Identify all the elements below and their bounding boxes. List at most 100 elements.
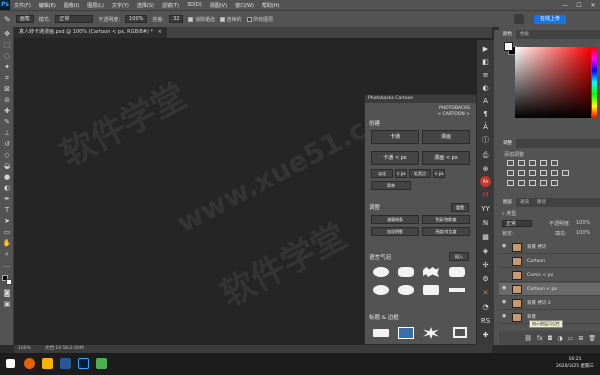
m-plugin-icon[interactable]: M [480,190,491,201]
cartoon-button[interactable]: 卡通 [371,130,419,144]
exposure-adjust-icon[interactable] [540,160,547,166]
gradient-map-adjust-icon[interactable] [540,180,547,186]
system-clock[interactable]: 16:21 2020/3/25 星期三 [556,356,594,370]
menu-image[interactable]: 图像(I) [60,2,83,9]
speech-bubble-cloud[interactable] [398,267,414,277]
misc-plugin-icon[interactable]: ✚ [480,330,491,341]
brightness-contrast-button[interactable]: 亮度/对比度 [422,227,470,236]
layer-row[interactable]: ◉ 背景 拷贝 [499,241,600,254]
menu-view[interactable]: 视图(V) [206,2,231,9]
speech-bubble-rect[interactable] [449,267,465,277]
plugin-panel-title[interactable]: Photobacks Cartoon [365,95,476,103]
hand-tool-icon[interactable]: ✋ [2,239,12,248]
lasso-tool-icon[interactable]: ◌ [2,52,12,61]
tab-swatches[interactable]: 色板 [516,30,533,39]
layer-row[interactable]: Cartoon [499,255,600,268]
brush-settings-icon[interactable]: ◐ [480,83,491,94]
windows-start-icon[interactable] [6,359,15,368]
path-select-icon[interactable]: ➤ [2,217,12,226]
wechat-icon[interactable] [96,358,107,369]
frame-border[interactable] [453,327,467,338]
delete-layer-icon[interactable]: 🗑 [588,335,596,342]
blur-tool-icon[interactable]: ● [2,173,12,182]
new-group-icon[interactable]: ▭ [568,335,574,342]
caption-bar[interactable] [449,288,465,292]
photoshop-taskbar-icon[interactable] [78,358,89,369]
layer-row[interactable]: ◉ 背景 拷贝 2 [499,297,600,310]
dodge-tool-icon[interactable]: ◐ [2,184,12,193]
menu-file[interactable]: 文件(F) [10,2,35,9]
burst-shape[interactable] [423,327,439,339]
share-button[interactable]: 在线上传 [533,14,566,24]
minimize-button[interactable]: — [558,2,572,9]
color-lookup-adjust-icon[interactable] [562,170,569,176]
fill-value[interactable]: 100% [576,230,590,236]
visibility-eye-icon[interactable]: ◉ [502,300,507,305]
photo-filter-adjust-icon[interactable] [540,170,547,176]
clone-stamp-icon[interactable]: ⊥ [2,129,12,138]
new-layer-icon[interactable]: ⊞ [578,335,583,342]
brightness-adjust-icon[interactable] [507,160,514,166]
speech-bubble-oval-2[interactable] [373,285,389,295]
chat-plugin-icon[interactable]: ◔ [480,302,491,313]
screen-mode-icon[interactable]: ▣ [2,300,12,309]
halftone-button[interactable]: 轧黑点 [409,169,431,178]
link-layers-icon[interactable]: ⛓ [524,335,532,342]
invert-adjust-icon[interactable] [507,180,514,186]
magic-wand-icon[interactable]: ✦ [2,63,12,72]
channel-mixer-adjust-icon[interactable] [551,170,558,176]
brush-tool-icon[interactable]: ✎ [4,15,11,24]
bw-adjust-icon[interactable] [529,170,536,176]
ra-plugin-icon[interactable]: RA [480,176,491,187]
fade-button[interactable]: 淡化 [371,169,393,178]
frame-tool-icon[interactable]: ⊠ [2,85,12,94]
opacity-input[interactable]: 100% [125,15,148,23]
background-color-swatch[interactable] [6,279,12,285]
info-icon[interactable]: ⓘ [480,135,491,146]
layer-kind-filter[interactable]: ⌕ 类型 [502,210,538,217]
tab-layers[interactable]: 图层 [499,198,516,207]
paragraph-icon[interactable]: ¶ [480,109,491,120]
menu-type[interactable]: 文字(Y) [108,2,133,9]
speech-bubble-oval[interactable] [373,267,389,277]
levels-adjust-icon[interactable] [518,160,525,166]
move-tool-icon[interactable]: ✥ [2,30,12,39]
character-icon[interactable]: A [480,96,491,107]
layer-row[interactable]: Comic < px [499,269,600,282]
close-window-button[interactable]: ✕ [586,2,600,9]
paint-bucket-icon[interactable]: ◒ [2,162,12,171]
new-fill-icon[interactable]: ◑ [557,335,562,342]
halftone-px-button[interactable]: < px [433,169,445,178]
menu-window[interactable]: 窗口(W) [231,2,258,9]
menu-help[interactable]: 帮助(H) [258,2,284,9]
speech-bubble-box[interactable] [423,285,439,295]
color-balance-adjust-icon[interactable] [518,170,525,176]
tab-adjustments[interactable]: 调整 [499,139,516,148]
hue-adjust-icon[interactable] [507,170,514,176]
menu-3d[interactable]: 3D(D) [183,2,206,8]
crop-tool-icon[interactable]: ⌗ [2,74,12,83]
adjust-plugin-icon[interactable]: ◈ [480,246,491,257]
properties-icon[interactable]: ≡ [480,70,491,81]
threshold-adjust-icon[interactable] [529,180,536,186]
hue-slider[interactable] [592,47,597,118]
healing-brush-icon[interactable]: ✚ [2,107,12,116]
visibility-eye-icon[interactable]: ◉ [502,244,507,249]
fade-px-button[interactable]: < px [395,169,407,178]
comic-button[interactable]: 漫画 [422,130,470,144]
brush-icon[interactable]: ✎ [2,118,12,127]
all-layers-checkbox[interactable] [246,16,252,22]
speech-bubble-shout[interactable] [423,267,439,277]
file-explorer-icon[interactable] [42,358,53,369]
tab-close-icon[interactable]: × [158,29,162,35]
speech-bubble-thought[interactable] [398,285,414,295]
add-mask-icon[interactable]: ◘ [548,335,553,342]
cloud-icon[interactable] [514,14,524,24]
type-tool-icon[interactable]: T [2,206,12,215]
tolerance-input[interactable]: 32 [169,15,184,23]
glyphs-icon[interactable]: Ã [480,122,491,133]
cartoon-px-button[interactable]: 卡通 < px [371,151,419,165]
visibility-eye-icon[interactable] [502,258,507,263]
eraser-icon[interactable]: ◇ [2,151,12,160]
border-style-selected[interactable] [398,327,414,339]
